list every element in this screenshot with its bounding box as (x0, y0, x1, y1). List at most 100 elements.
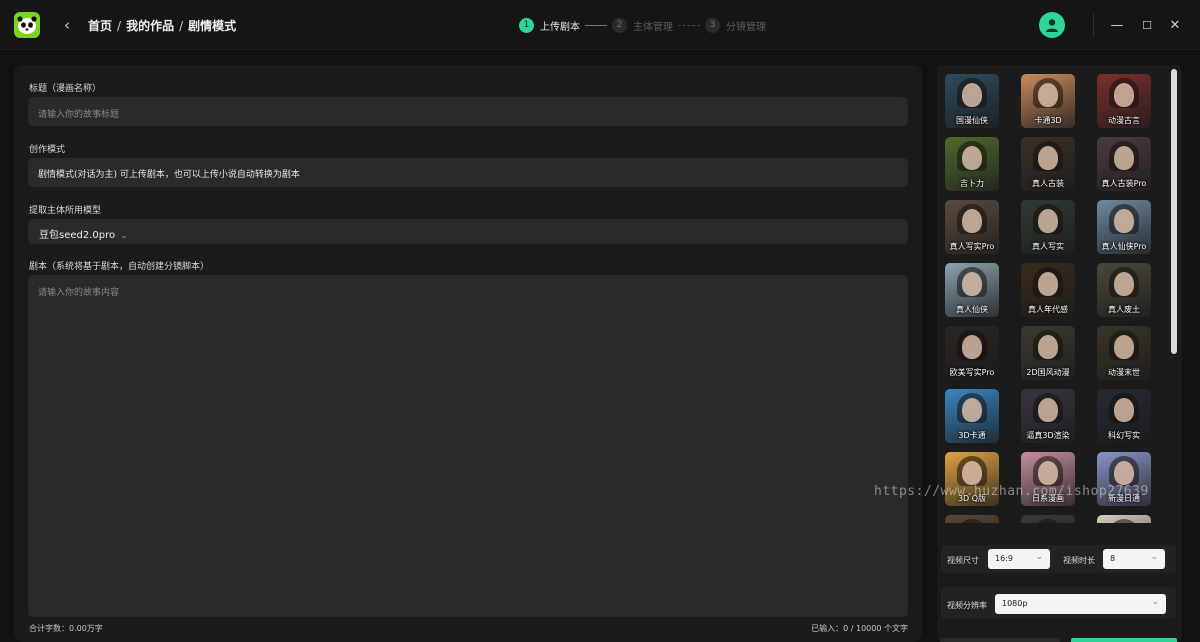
style-tile[interactable] (1097, 515, 1151, 523)
style-tile[interactable]: 科幻写实 (1097, 389, 1151, 443)
script-textarea[interactable]: 请输入你的故事内容 (28, 275, 908, 617)
style-thumbnail-face (962, 83, 982, 107)
style-tile-label: 真人写实Pro (949, 242, 995, 251)
model-value-text: 豆包seed2.0pro (39, 230, 116, 241)
model-label: 提取主体所用模型 (29, 206, 102, 216)
back-arrow-icon[interactable]: ‹ (58, 15, 76, 35)
style-tile-label: 动漫古言 (1108, 116, 1140, 125)
style-tile[interactable]: 真人仙侠Pro (1097, 200, 1151, 254)
step-connector (678, 24, 700, 26)
style-thumbnail-face (1038, 83, 1058, 107)
breadcrumb-separator: / (117, 19, 122, 33)
script-form-panel: 标题（漫画名称） 请输入你的故事标题 创作模式 剧情模式(对话为主) 可上传剧本… (14, 65, 922, 642)
panda-icon (17, 16, 37, 34)
style-tile-label: 真人废土 (1108, 305, 1140, 314)
breadcrumb-home[interactable]: 首页 (88, 19, 112, 33)
maximize-button[interactable]: ☐ (1137, 15, 1157, 35)
style-thumbnail-face (1114, 461, 1134, 485)
style-thumbnail-figure (1109, 519, 1139, 523)
style-tile-label: 动漫末世 (1108, 368, 1140, 377)
minimize-button[interactable]: — (1107, 15, 1127, 35)
style-thumbnail-face (962, 335, 982, 359)
style-thumbnail-figure (1033, 519, 1063, 523)
video-size-label: 视频尺寸 (947, 556, 979, 565)
style-tile[interactable]: 真人仙侠 (945, 263, 999, 317)
mode-label: 创作模式 (29, 145, 66, 155)
style-thumbnail-face (1114, 272, 1134, 296)
primary-action-button[interactable] (1071, 638, 1177, 642)
secondary-action-button[interactable] (940, 638, 1060, 642)
style-tile-label: 3D卡通 (958, 431, 986, 440)
video-size-select[interactable]: 16:9 ⌄ (988, 549, 1050, 569)
style-tile[interactable]: 动漫古言 (1097, 74, 1151, 128)
video-duration-value: 8 (1110, 554, 1116, 563)
style-tile[interactable]: 2D国风动漫 (1021, 326, 1075, 380)
style-tile[interactable]: 真人写实Pro (945, 200, 999, 254)
style-grid: 国漫仙侠 卡通3D 动漫古言 吉卜力 真人古装 真人古装Pro 真人写实Pro 真人写实 真人仙… (945, 74, 1167, 523)
style-tile[interactable]: 欧美写实Pro (945, 326, 999, 380)
script-placeholder: 请输入你的故事内容 (38, 288, 120, 298)
style-thumbnail-face (962, 209, 982, 233)
style-settings-panel: 国漫仙侠 卡通3D 动漫古言 吉卜力 真人古装 真人古装Pro 真人写实Pro 真人写实 真人仙… (937, 65, 1182, 642)
style-thumbnail-face (1038, 398, 1058, 422)
style-tile[interactable]: 真人古装Pro (1097, 137, 1151, 191)
user-avatar[interactable] (1039, 12, 1065, 38)
step-1-label[interactable]: 上传剧本 (540, 18, 580, 33)
style-grid-scrollbar[interactable] (1171, 69, 1177, 354)
style-thumbnail-face (962, 398, 982, 422)
close-button[interactable]: ✕ (1165, 15, 1185, 35)
style-thumbnail-face (1038, 146, 1058, 170)
breadcrumb-my-works[interactable]: 我的作品 (126, 19, 174, 33)
style-tile-label: 真人仙侠 (956, 305, 988, 314)
style-thumbnail-face (1038, 461, 1058, 485)
progress-steps: 1 上传剧本 2 主体管理 3 分镜管理 (519, 17, 766, 33)
style-tile[interactable]: 卡通3D (1021, 74, 1075, 128)
video-size-value: 16:9 (995, 554, 1013, 563)
style-tile[interactable]: 真人年代感 (1021, 263, 1075, 317)
entered-char-count: 已输入：0 / 10000 个文字 (811, 624, 908, 633)
style-tile[interactable] (1021, 515, 1075, 523)
top-bar: ‹ 首页 / 我的作品 / 剧情模式 1 上传剧本 2 主体管理 3 分镜管理 — ☐ … (0, 0, 1200, 50)
chevron-down-icon: ⌄ (120, 231, 128, 241)
style-tile[interactable]: 真人写实 (1021, 200, 1075, 254)
step-3-label[interactable]: 分镜管理 (726, 18, 766, 33)
model-select[interactable]: 豆包seed2.0pro ⌄ (28, 219, 908, 244)
step-connector (585, 24, 607, 26)
step-2-number: 2 (612, 17, 627, 33)
step-1-number: 1 (519, 17, 534, 33)
video-resolution-value: 1080p (1002, 599, 1028, 608)
mode-field[interactable]: 剧情模式(对话为主) 可上传剧本，也可以上传小说自动转换为剧本 (28, 158, 908, 187)
style-tile-label: 真人写实 (1032, 242, 1064, 251)
step-3-number: 3 (705, 17, 720, 33)
style-tile[interactable]: 真人古装 (1021, 137, 1075, 191)
total-word-count: 合计字数：0.00万字 (29, 624, 103, 633)
video-resolution-select[interactable]: 1080p ⌄ (995, 594, 1166, 614)
style-thumbnail-face (962, 461, 982, 485)
style-thumbnail-face (962, 146, 982, 170)
style-thumbnail-face (1114, 146, 1134, 170)
title-label: 标题（漫画名称） (29, 84, 102, 94)
style-tile-label: 国漫仙侠 (956, 116, 988, 125)
video-resolution-label: 视频分辨率 (947, 601, 987, 610)
style-tile[interactable]: 3D卡通 (945, 389, 999, 443)
style-tile-label: 真人古装Pro (1101, 179, 1147, 188)
step-2-label[interactable]: 主体管理 (633, 18, 673, 33)
style-tile-label: 欧美写实Pro (949, 368, 995, 377)
title-input[interactable]: 请输入你的故事标题 (28, 97, 908, 126)
style-tile[interactable]: 吉卜力 (945, 137, 999, 191)
video-duration-select[interactable]: 8 ⌄ (1103, 549, 1165, 569)
style-tile-label: 真人古装 (1032, 179, 1064, 188)
style-tile-label: 2D国风动漫 (1026, 368, 1070, 377)
style-thumbnail-face (962, 272, 982, 296)
style-tile[interactable]: 动漫末世 (1097, 326, 1151, 380)
mode-value: 剧情模式(对话为主) 可上传剧本，也可以上传小说自动转换为剧本 (38, 170, 300, 180)
style-tile[interactable] (945, 515, 999, 523)
style-tile[interactable]: 国漫仙侠 (945, 74, 999, 128)
style-tile-label: 真人年代感 (1028, 305, 1068, 314)
style-tile[interactable]: 逼真3D渲染 (1021, 389, 1075, 443)
chevron-down-icon: ⌄ (1150, 552, 1158, 562)
app-logo[interactable] (14, 12, 40, 38)
style-tile[interactable]: 真人废土 (1097, 263, 1151, 317)
user-icon (1046, 19, 1058, 32)
style-tile-label: 吉卜力 (960, 179, 984, 188)
